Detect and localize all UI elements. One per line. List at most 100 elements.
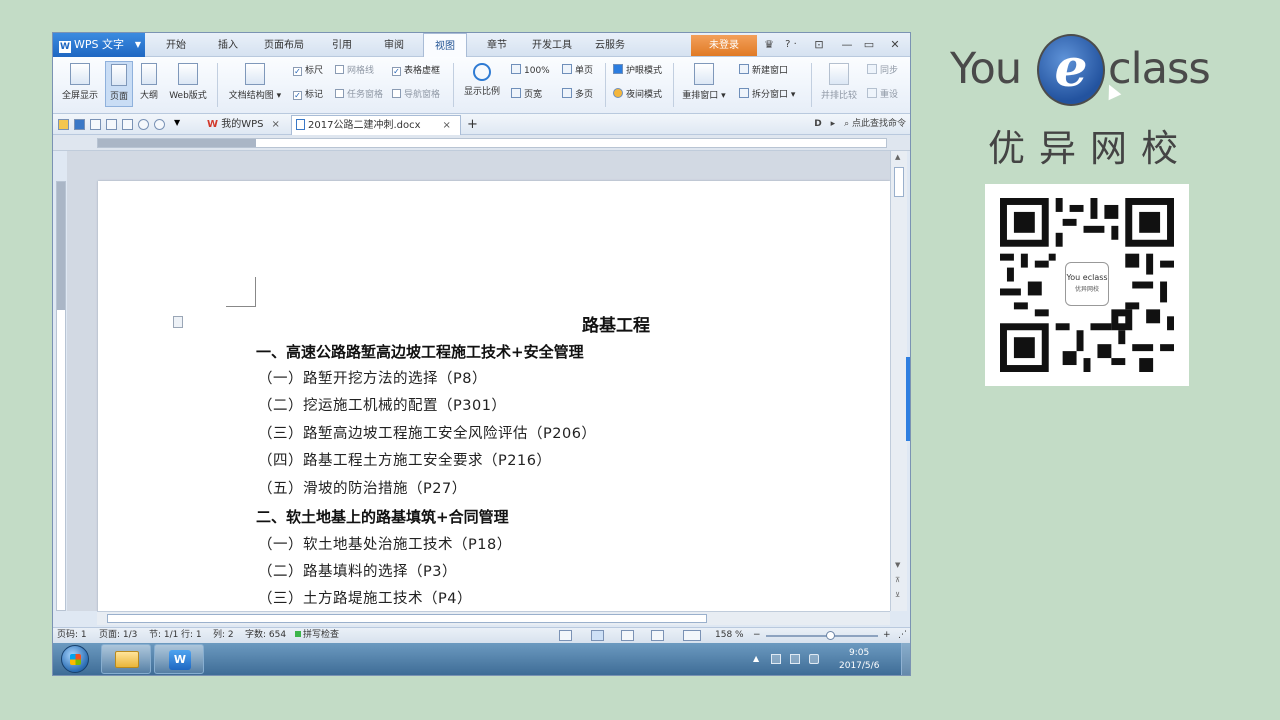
clock-time[interactable]: 9:05 (849, 648, 869, 658)
tab-review[interactable]: 审阅 (375, 33, 413, 57)
network-icon[interactable] (771, 654, 781, 664)
taskbar-explorer-button[interactable] (101, 644, 151, 674)
app-menu-button[interactable]: W WPS 文字 ▼ (53, 33, 145, 57)
multi-page-button[interactable]: 多页 (562, 88, 593, 102)
zoom-button[interactable]: 显示比例 (459, 61, 505, 107)
tray-expand-icon[interactable]: ▲ (753, 654, 759, 663)
show-desktop-button[interactable] (901, 643, 910, 675)
paragraph-handle-icon[interactable] (173, 316, 183, 328)
pin-icon[interactable]: ▸ (831, 119, 836, 129)
resize-grip-icon[interactable]: ⋰ (898, 628, 907, 643)
ruler-checkbox[interactable]: ✓ 标尺 (293, 64, 323, 78)
spell-check-toggle[interactable]: 拼写检查 (295, 628, 339, 643)
table-gridlines-checkbox[interactable]: ✓ 表格虚框 (392, 64, 440, 78)
flag-icon[interactable] (790, 654, 800, 664)
minimize-icon[interactable]: — (837, 35, 857, 55)
section-heading[interactable]: 二、软土地基上的路基填筑+合同管理 (256, 506, 509, 527)
close-tab-icon[interactable]: × (271, 115, 279, 135)
zoom-in-button[interactable]: + (883, 628, 891, 643)
task-pane-checkbox[interactable]: 任务窗格 (335, 88, 383, 102)
page-view-icon[interactable] (591, 630, 604, 641)
prev-page-icon[interactable]: ⊼ (895, 576, 900, 584)
print-preview-icon[interactable] (122, 119, 133, 130)
zoom-menu-icon[interactable] (683, 630, 701, 641)
side-by-side-button[interactable]: 并排比较 (817, 61, 861, 107)
new-window-button[interactable]: 新建窗口 (739, 64, 788, 78)
print-icon[interactable] (106, 119, 117, 130)
vertical-scrollbar[interactable]: ▲ ▼ ⊼ ⊻ (890, 151, 907, 611)
list-item[interactable]: （三）路堑高边坡工程施工安全风险评估（P206） (258, 422, 596, 443)
night-mode-button[interactable]: 夜间模式 (613, 88, 662, 102)
help-button[interactable]: ? · (779, 35, 803, 55)
zoom-slider-handle[interactable] (826, 631, 835, 640)
undo-icon[interactable] (138, 119, 149, 130)
zoom-100-button[interactable]: 100% (511, 64, 550, 78)
clock-date[interactable]: 2017/5/6 (839, 661, 879, 671)
web-layout-button[interactable]: Web版式 (165, 61, 211, 107)
document-title[interactable]: 路基工程 (582, 311, 650, 336)
document-page[interactable]: 路基工程 一、高速公路路堑高边坡工程施工技术+安全管理 （一）路堑开挖方法的选择… (98, 181, 890, 611)
skin-icon[interactable]: ♛ (759, 35, 779, 55)
tab-my-wps[interactable]: W 我的WPS × (203, 115, 280, 135)
document-canvas[interactable]: 路基工程 一、高速公路路堑高边坡工程施工技术+安全管理 （一）路堑开挖方法的选择… (67, 151, 890, 611)
doc-structure-button[interactable]: 文档结构图 ▾ (225, 61, 285, 107)
list-item[interactable]: （五）滑坡的防治措施（P27） (258, 477, 467, 498)
restore-ribbon-icon[interactable]: ⊡ (809, 35, 829, 55)
web-view-icon[interactable] (651, 630, 664, 641)
marks-checkbox[interactable]: ✓ 标记 (293, 88, 323, 102)
zoom-out-button[interactable]: − (753, 628, 761, 643)
redo-icon[interactable] (154, 119, 165, 130)
zoom-level[interactable]: 158 % (715, 628, 744, 643)
outline-view-icon[interactable] (621, 630, 634, 641)
tab-cloud[interactable]: 云服务 (588, 33, 632, 57)
scroll-thumb[interactable] (894, 167, 904, 197)
list-item[interactable]: （四）路基工程土方施工安全要求（P216） (258, 449, 551, 470)
horizontal-ruler[interactable] (53, 135, 910, 151)
list-item[interactable]: （二）挖运施工机械的配置（P301） (258, 394, 506, 415)
list-item[interactable]: （二）路基填料的选择（P3） (258, 560, 457, 581)
full-screen-view-icon[interactable] (559, 630, 572, 641)
find-command-box[interactable]: D ▸ ⌕ 点此查找命令 (814, 116, 906, 133)
chevron-down-icon[interactable]: ▼ (174, 118, 185, 129)
arrange-windows-button[interactable]: 重排窗口 ▾ (677, 61, 731, 107)
scroll-thumb[interactable] (107, 614, 707, 623)
sync-scroll-button[interactable]: 同步 (867, 64, 898, 78)
split-window-button[interactable]: 拆分窗口 ▾ (739, 88, 795, 102)
tab-chapter[interactable]: 章节 (478, 33, 516, 57)
d-icon[interactable]: D (814, 119, 821, 129)
vertical-ruler[interactable] (56, 181, 66, 611)
tab-page-layout[interactable]: 页面布局 (259, 33, 309, 57)
login-button[interactable]: 未登录 (691, 35, 757, 56)
gridlines-checkbox[interactable]: 网格线 (335, 64, 374, 78)
tab-home[interactable]: 开始 (157, 33, 195, 57)
save-icon[interactable] (74, 119, 85, 130)
status-word-count[interactable]: 字数: 654 (245, 628, 286, 643)
outline-view-button[interactable]: 大纲 (135, 61, 163, 107)
reset-position-button[interactable]: 重设 (867, 88, 898, 102)
horizontal-scrollbar[interactable] (97, 611, 890, 625)
start-button[interactable] (61, 645, 89, 673)
section-heading[interactable]: 一、高速公路路堑高边坡工程施工技术+安全管理 (256, 341, 584, 362)
side-panel-handle[interactable] (906, 357, 910, 441)
next-page-icon[interactable]: ⊻ (895, 591, 900, 599)
one-page-button[interactable]: 单页 (562, 64, 593, 78)
tab-insert[interactable]: 插入 (209, 33, 247, 57)
maximize-icon[interactable]: ▭ (859, 35, 879, 55)
close-icon[interactable]: ✕ (885, 35, 905, 55)
scroll-down-icon[interactable]: ▼ (895, 561, 900, 569)
tab-references[interactable]: 引用 (323, 33, 361, 57)
close-tab-icon[interactable]: × (443, 116, 451, 136)
tab-current-document[interactable]: 2017公路二建冲刺.docx × (291, 115, 461, 135)
volume-icon[interactable] (809, 654, 819, 664)
full-screen-button[interactable]: 全屏显示 (57, 61, 103, 107)
zoom-slider[interactable] (766, 635, 878, 637)
page-width-button[interactable]: 页宽 (511, 88, 542, 102)
list-item[interactable]: （一）路堑开挖方法的选择（P8） (258, 367, 487, 388)
tab-view[interactable]: 视图 (423, 33, 467, 58)
list-item[interactable]: （一）软土地基处治施工技术（P18） (258, 533, 512, 554)
nav-pane-checkbox[interactable]: 导航窗格 (392, 88, 440, 102)
page-view-button[interactable]: 页面 (105, 61, 133, 107)
scroll-up-icon[interactable]: ▲ (895, 153, 900, 161)
list-item[interactable]: （三）土方路堤施工技术（P4） (258, 587, 472, 608)
tab-developer[interactable]: 开发工具 (527, 33, 577, 57)
